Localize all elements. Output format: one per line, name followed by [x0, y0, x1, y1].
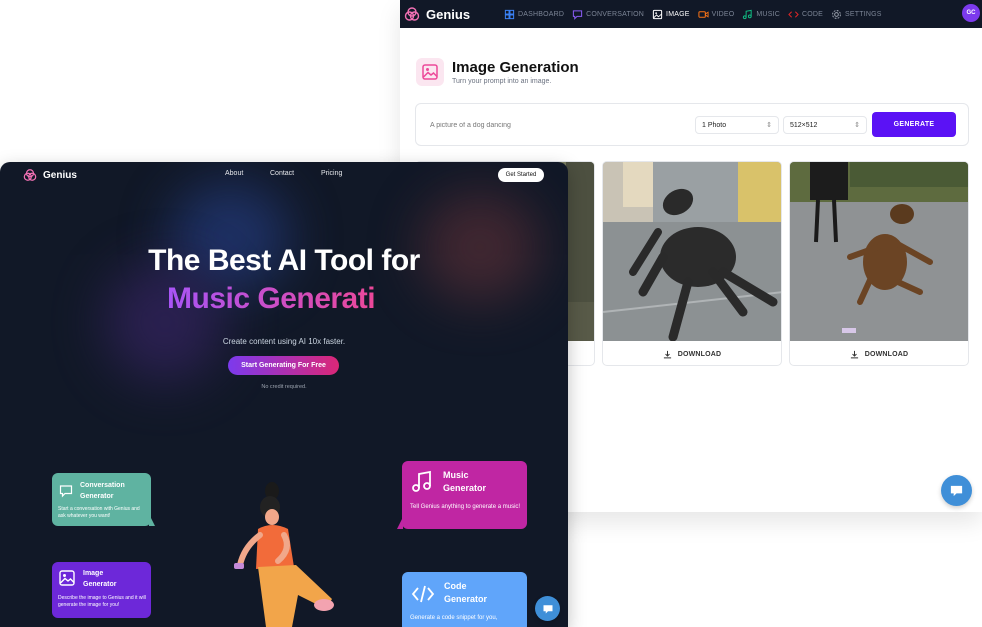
download-label: DOWNLOAD: [677, 350, 722, 358]
video-icon: [698, 10, 709, 18]
page-heading: Image Generation Turn your prompt into a…: [416, 58, 579, 86]
hero-headline: The Best AI Tool for: [148, 244, 420, 277]
landing-window: Genius About Contact Pricing Get Started…: [0, 162, 568, 627]
heading-image-icon: [416, 58, 444, 86]
code-icon: [411, 585, 435, 603]
nav-item-label: MUSIC: [756, 10, 780, 18]
dashboard-logo[interactable]: Genius: [404, 6, 500, 22]
prompt-form: 1 Photo ⇕ 512×512 ⇕ GENERATE: [415, 103, 969, 146]
generated-image: [603, 162, 781, 341]
speech-tail: [397, 517, 403, 529]
image-card: DOWNLOAD: [789, 161, 969, 366]
logo-icon: [404, 7, 420, 21]
card-description: Tell Genius anything to generate a music…: [410, 504, 521, 510]
card-title: Conversation Generator: [80, 482, 125, 500]
nav-item-settings[interactable]: SETTINGS: [831, 9, 882, 20]
gear-icon: [832, 9, 841, 19]
nav-item-dashboard[interactable]: DASHBOARD: [504, 9, 564, 20]
download-button[interactable]: DOWNLOAD: [790, 341, 968, 365]
nav-link-contact[interactable]: Contact: [270, 170, 294, 177]
nav-item-label: SETTINGS: [845, 10, 882, 18]
user-avatar[interactable]: GC: [962, 4, 980, 22]
nav-item-music[interactable]: MUSIC: [742, 9, 780, 20]
download-icon: [850, 350, 858, 358]
code-icon: [788, 10, 799, 18]
card-title: Code Generator: [444, 581, 488, 604]
nav-link-pricing[interactable]: Pricing: [321, 170, 342, 177]
chat-icon: [573, 9, 583, 20]
amount-value: 1 Photo: [702, 121, 727, 129]
nav-item-label: CONVERSATION: [586, 10, 645, 18]
nav-item-video[interactable]: VIDEO: [698, 9, 735, 20]
route-nav: DASHBOARD CONVERSATION IMAGE VIDEO MUSIC CODE…: [504, 9, 882, 20]
chat-bubble-icon: [950, 485, 963, 497]
hero-character-illustration: [234, 482, 334, 627]
nav-item-conversation[interactable]: CONVERSATION: [572, 9, 644, 20]
card-title: Image Generator: [83, 570, 117, 588]
nav-item-label: VIDEO: [711, 10, 735, 18]
dashboard-icon: [504, 9, 515, 19]
nav-link-about[interactable]: About: [225, 170, 243, 177]
page-subtitle: Turn your prompt into an image.: [452, 78, 552, 85]
prompt-input[interactable]: [430, 115, 692, 135]
resolution-value: 512×512: [790, 121, 818, 129]
music-note-icon: [412, 470, 431, 492]
dashboard-brand-name: Genius: [426, 6, 471, 22]
music-icon: [743, 9, 753, 19]
resolution-select[interactable]: 512×512 ⇕: [783, 116, 867, 134]
page-title: Image Generation: [452, 59, 579, 76]
download-label: DOWNLOAD: [864, 350, 909, 358]
get-started-button[interactable]: Get Started: [498, 168, 544, 182]
generated-image: [790, 162, 968, 341]
start-generating-button[interactable]: Start Generating For Free: [228, 356, 339, 375]
nav-item-label: IMAGE: [666, 10, 690, 18]
nav-item-image[interactable]: IMAGE: [652, 9, 690, 20]
generate-button[interactable]: GENERATE: [872, 112, 956, 137]
card-title: Music Generator: [443, 470, 487, 493]
card-description: Generate a code snippet for you,: [410, 615, 498, 621]
chevron-updown-icon: ⇕: [766, 122, 772, 129]
speech-tail: [149, 514, 155, 526]
chat-bubble-icon: [543, 604, 552, 613]
landing-logo[interactable]: Genius: [23, 168, 77, 182]
download-button[interactable]: DOWNLOAD: [603, 341, 781, 365]
music-generator-card: Music Generator Tell Genius anything to …: [397, 461, 527, 529]
background-glow: [105, 262, 225, 382]
image-card: DOWNLOAD: [602, 161, 782, 366]
chevron-updown-icon: ⇕: [854, 122, 860, 129]
nav-item-code[interactable]: CODE: [788, 9, 823, 20]
hero-typewriter: Music Generati: [167, 282, 376, 315]
landing-brand-name: Genius: [43, 169, 77, 181]
support-chat-button[interactable]: [941, 475, 972, 506]
card-description: Start a conversation with Genius and ask…: [58, 506, 140, 519]
hero-subline: Create content using AI 10x faster.: [222, 337, 346, 346]
chat-icon: [59, 485, 73, 498]
card-description: Describe the image to Genius and it will…: [58, 595, 146, 608]
code-generator-card: Code Generator Generate a code snippet f…: [402, 572, 527, 627]
no-credit-note: No credit required.: [261, 384, 307, 390]
amount-select[interactable]: 1 Photo ⇕: [695, 116, 779, 134]
image-icon: [652, 9, 663, 19]
nav-item-label: DASHBOARD: [518, 10, 565, 18]
support-chat-button[interactable]: [535, 596, 560, 621]
image-generator-card: Image Generator Describe the image to Ge…: [52, 562, 151, 618]
nav-item-label: CODE: [801, 10, 823, 18]
conversation-generator-card: Conversation Generator Start a conversat…: [52, 473, 155, 526]
top-navbar: Genius DASHBOARD CONVERSATION IMAGE VIDEO MU…: [400, 0, 982, 28]
download-icon: [663, 350, 671, 358]
image-icon: [59, 570, 75, 586]
logo-icon: [23, 169, 37, 181]
